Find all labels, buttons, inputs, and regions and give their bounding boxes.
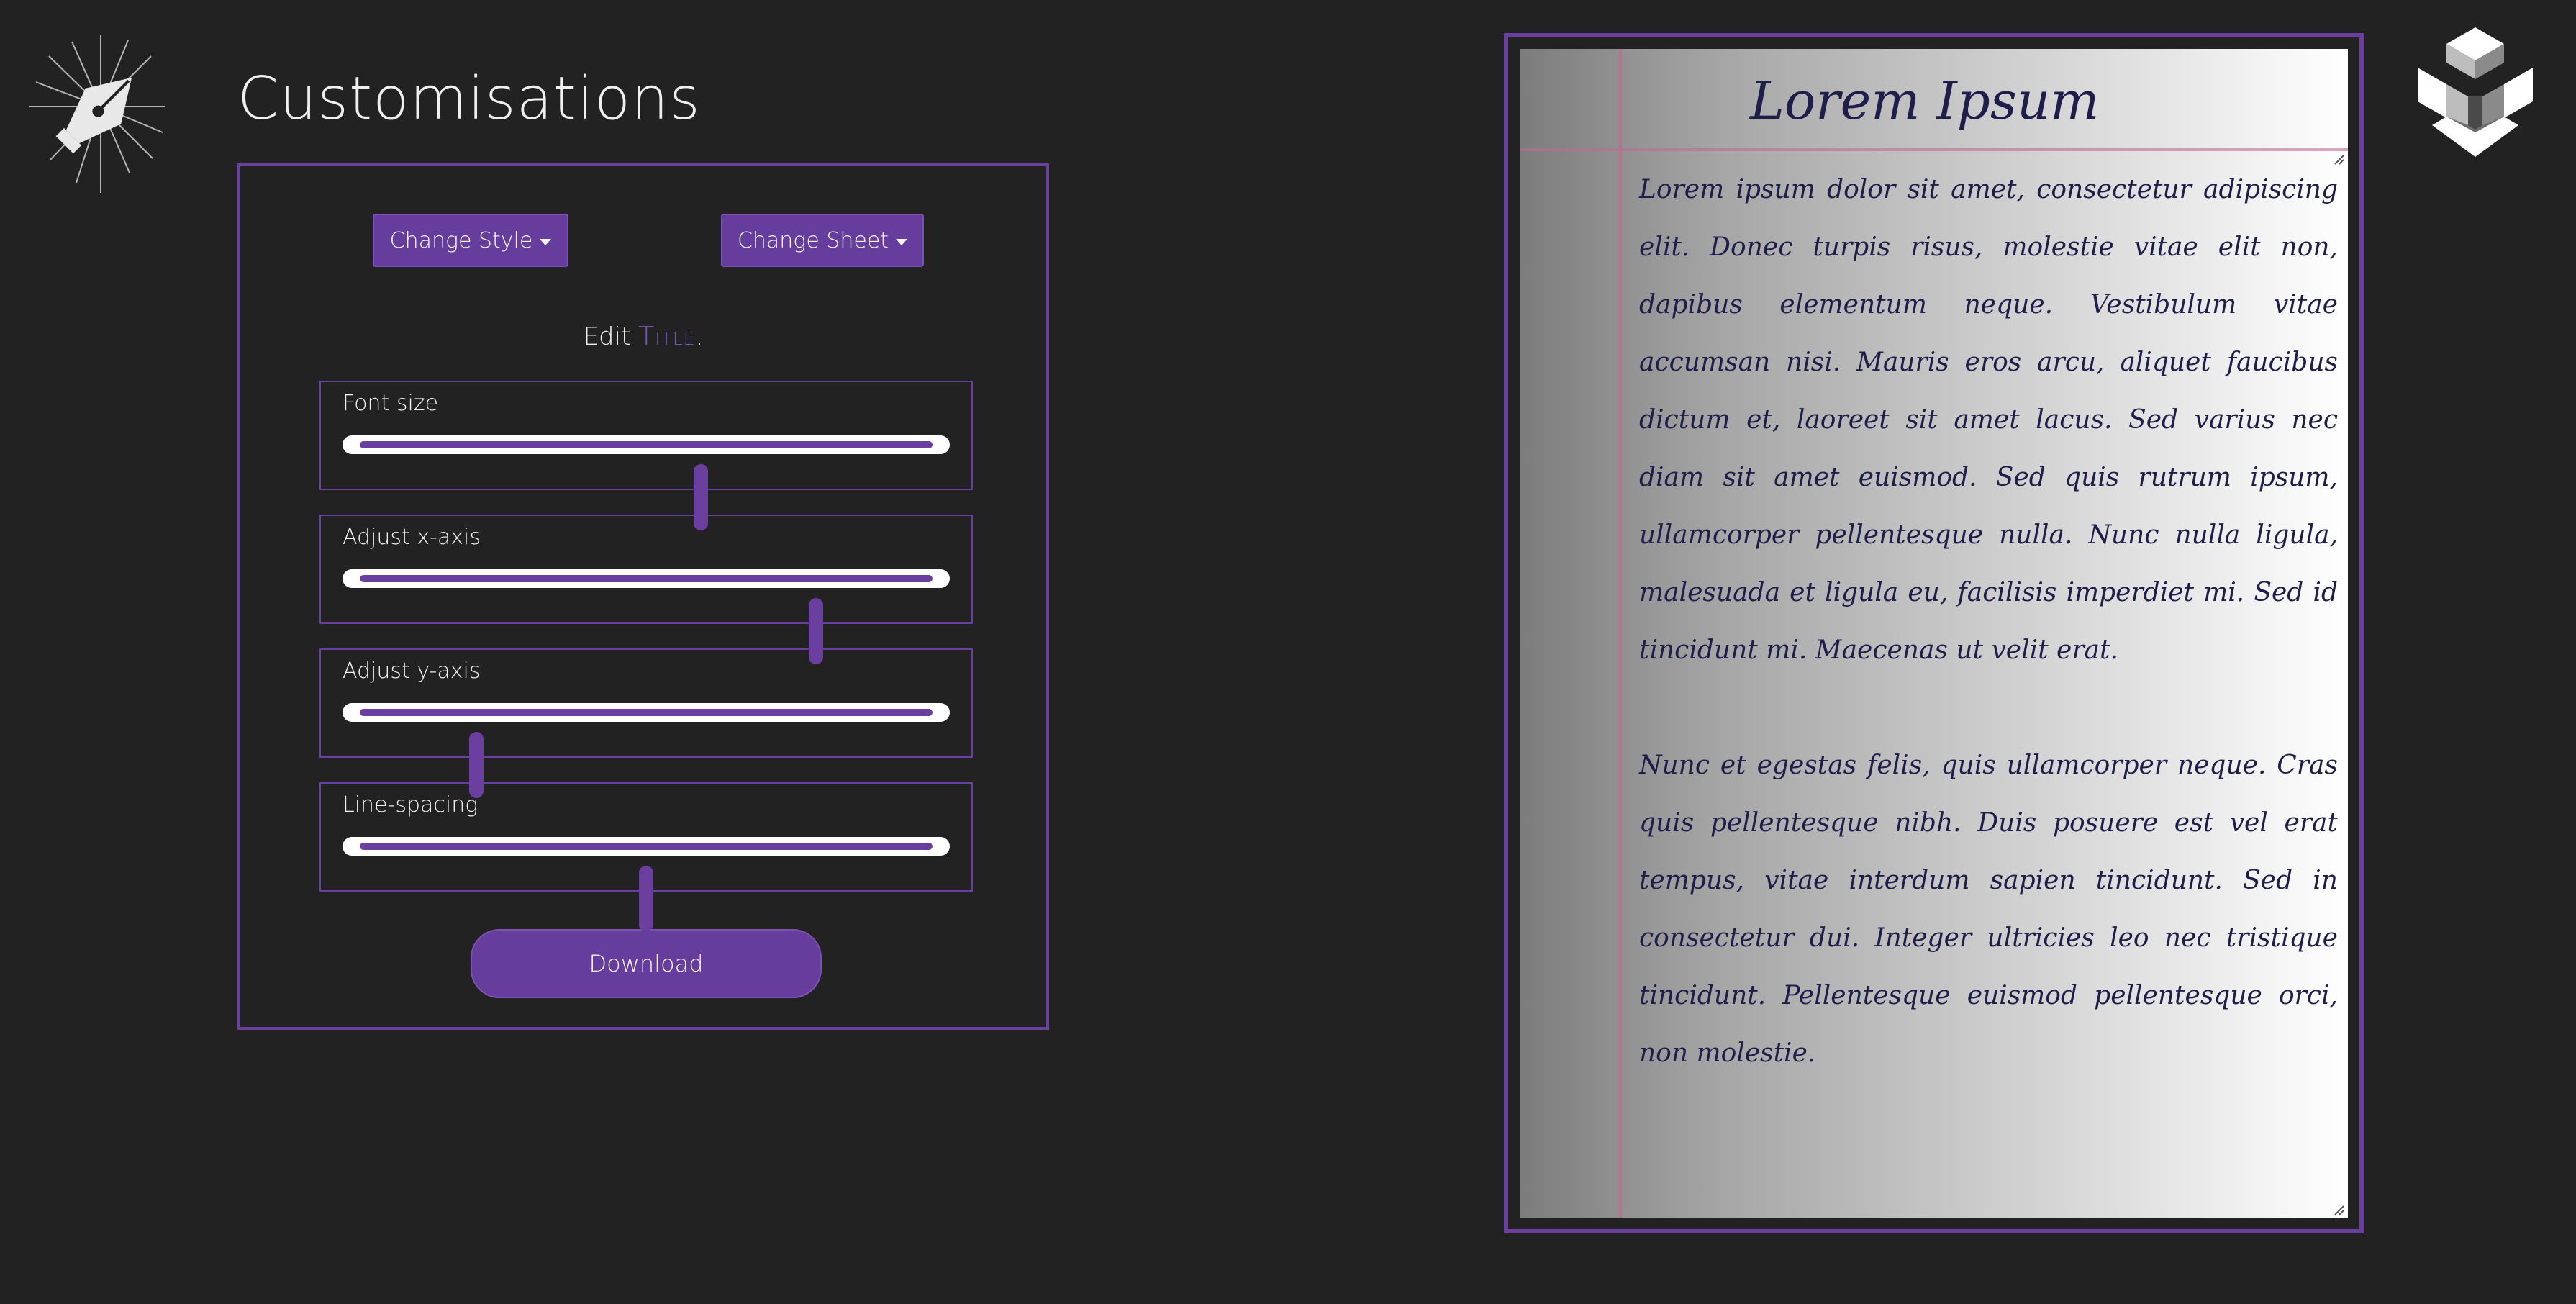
paper-sheet[interactable]: Lorem Ipsum Lorem ipsum dolor sit amet, … (1520, 49, 2348, 1218)
paragraph: Nunc et egestas felis, quis ullamcorper … (1639, 751, 2338, 1068)
change-style-dropdown[interactable]: Change Style (373, 214, 568, 267)
change-sheet-dropdown[interactable]: Change Sheet (721, 214, 924, 267)
change-style-label: Change Style (389, 227, 533, 253)
line-spacing-label: Line-spacing (343, 792, 479, 818)
customisation-panel: Change Style Change Sheet Edit Title. Fo… (237, 163, 1049, 1030)
fountain-pen-nib-icon[interactable] (22, 32, 173, 196)
y-axis-slider[interactable] (343, 703, 950, 798)
download-button[interactable]: Download (471, 929, 822, 998)
x-axis-slider-thumb[interactable] (809, 598, 824, 664)
margin-line (1619, 49, 1622, 1218)
edit-suffix: . (695, 322, 704, 351)
hexagon-cube-icon[interactable] (2412, 24, 2539, 160)
line-spacing-slider[interactable] (343, 837, 950, 932)
font-size-label: Font size (343, 391, 439, 416)
x-axis-slider-box: Adjust x-axis (319, 515, 973, 664)
caret-down-icon (896, 238, 908, 245)
resize-handle-icon[interactable] (2334, 154, 2345, 166)
resize-handle-icon[interactable] (2334, 1205, 2345, 1216)
y-axis-label: Adjust y-axis (343, 658, 481, 684)
paragraph: Lorem ipsum dolor sit amet, consectetur … (1639, 175, 2338, 665)
preview-frame: Lorem Ipsum Lorem ipsum dolor sit amet, … (1504, 33, 2364, 1233)
font-size-slider-thumb[interactable] (693, 464, 708, 530)
caret-down-icon (540, 238, 552, 245)
line-spacing-slider-box: Line-spacing (319, 782, 973, 932)
change-sheet-label: Change Sheet (737, 227, 889, 253)
edit-title-link[interactable]: Title (638, 322, 695, 351)
y-axis-slider-box: Adjust y-axis (319, 648, 973, 798)
edit-prefix: Edit (583, 322, 631, 351)
font-size-slider[interactable] (343, 435, 950, 530)
page-title: Customisations (237, 65, 701, 133)
x-axis-slider[interactable] (343, 569, 950, 664)
line-spacing-slider-thumb[interactable] (639, 866, 653, 932)
font-size-slider-box: Font size (319, 381, 973, 530)
y-axis-slider-thumb[interactable] (468, 732, 484, 798)
edit-title-line: Edit Title. (240, 322, 1046, 351)
sheet-body[interactable]: Lorem ipsum dolor sit amet, consectetur … (1639, 161, 2338, 1140)
header-line (1520, 148, 2348, 151)
x-axis-label: Adjust x-axis (343, 525, 481, 550)
sheet-title[interactable]: Lorem Ipsum (1750, 71, 2099, 131)
